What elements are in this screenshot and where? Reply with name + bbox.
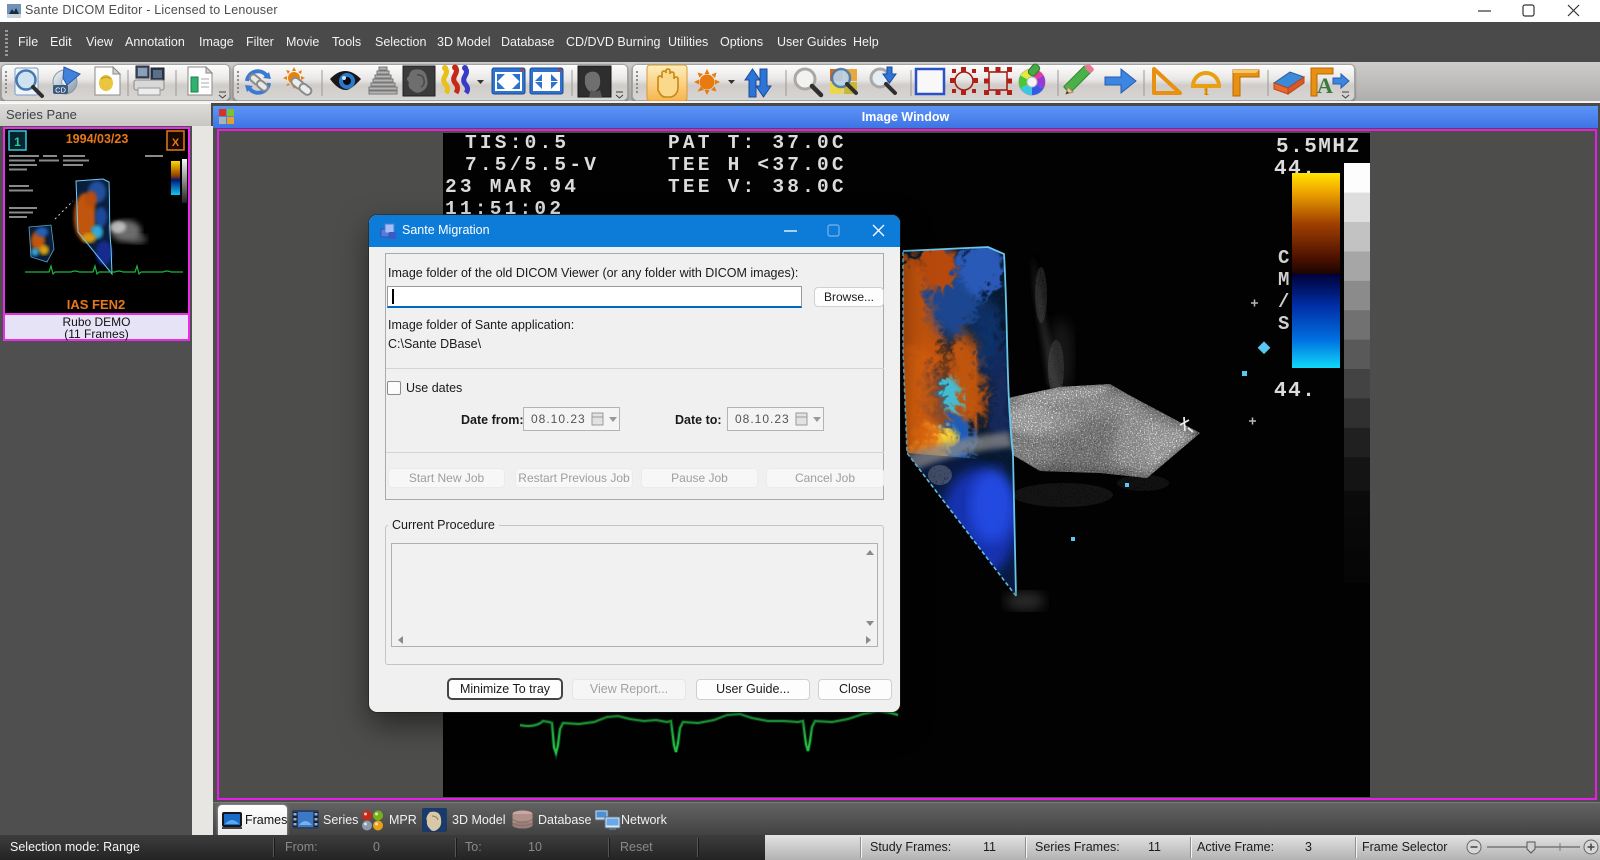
- svg-text:1994/03/23: 1994/03/23: [66, 132, 129, 146]
- svg-text:1: 1: [14, 135, 21, 149]
- svg-text:CD: CD: [55, 86, 66, 95]
- svg-text:A: A: [1317, 73, 1333, 98]
- svg-text:X: X: [172, 137, 180, 149]
- svg-text:IAS FEN2: IAS FEN2: [67, 297, 126, 312]
- svg-text:1: 1: [1204, 87, 1209, 97]
